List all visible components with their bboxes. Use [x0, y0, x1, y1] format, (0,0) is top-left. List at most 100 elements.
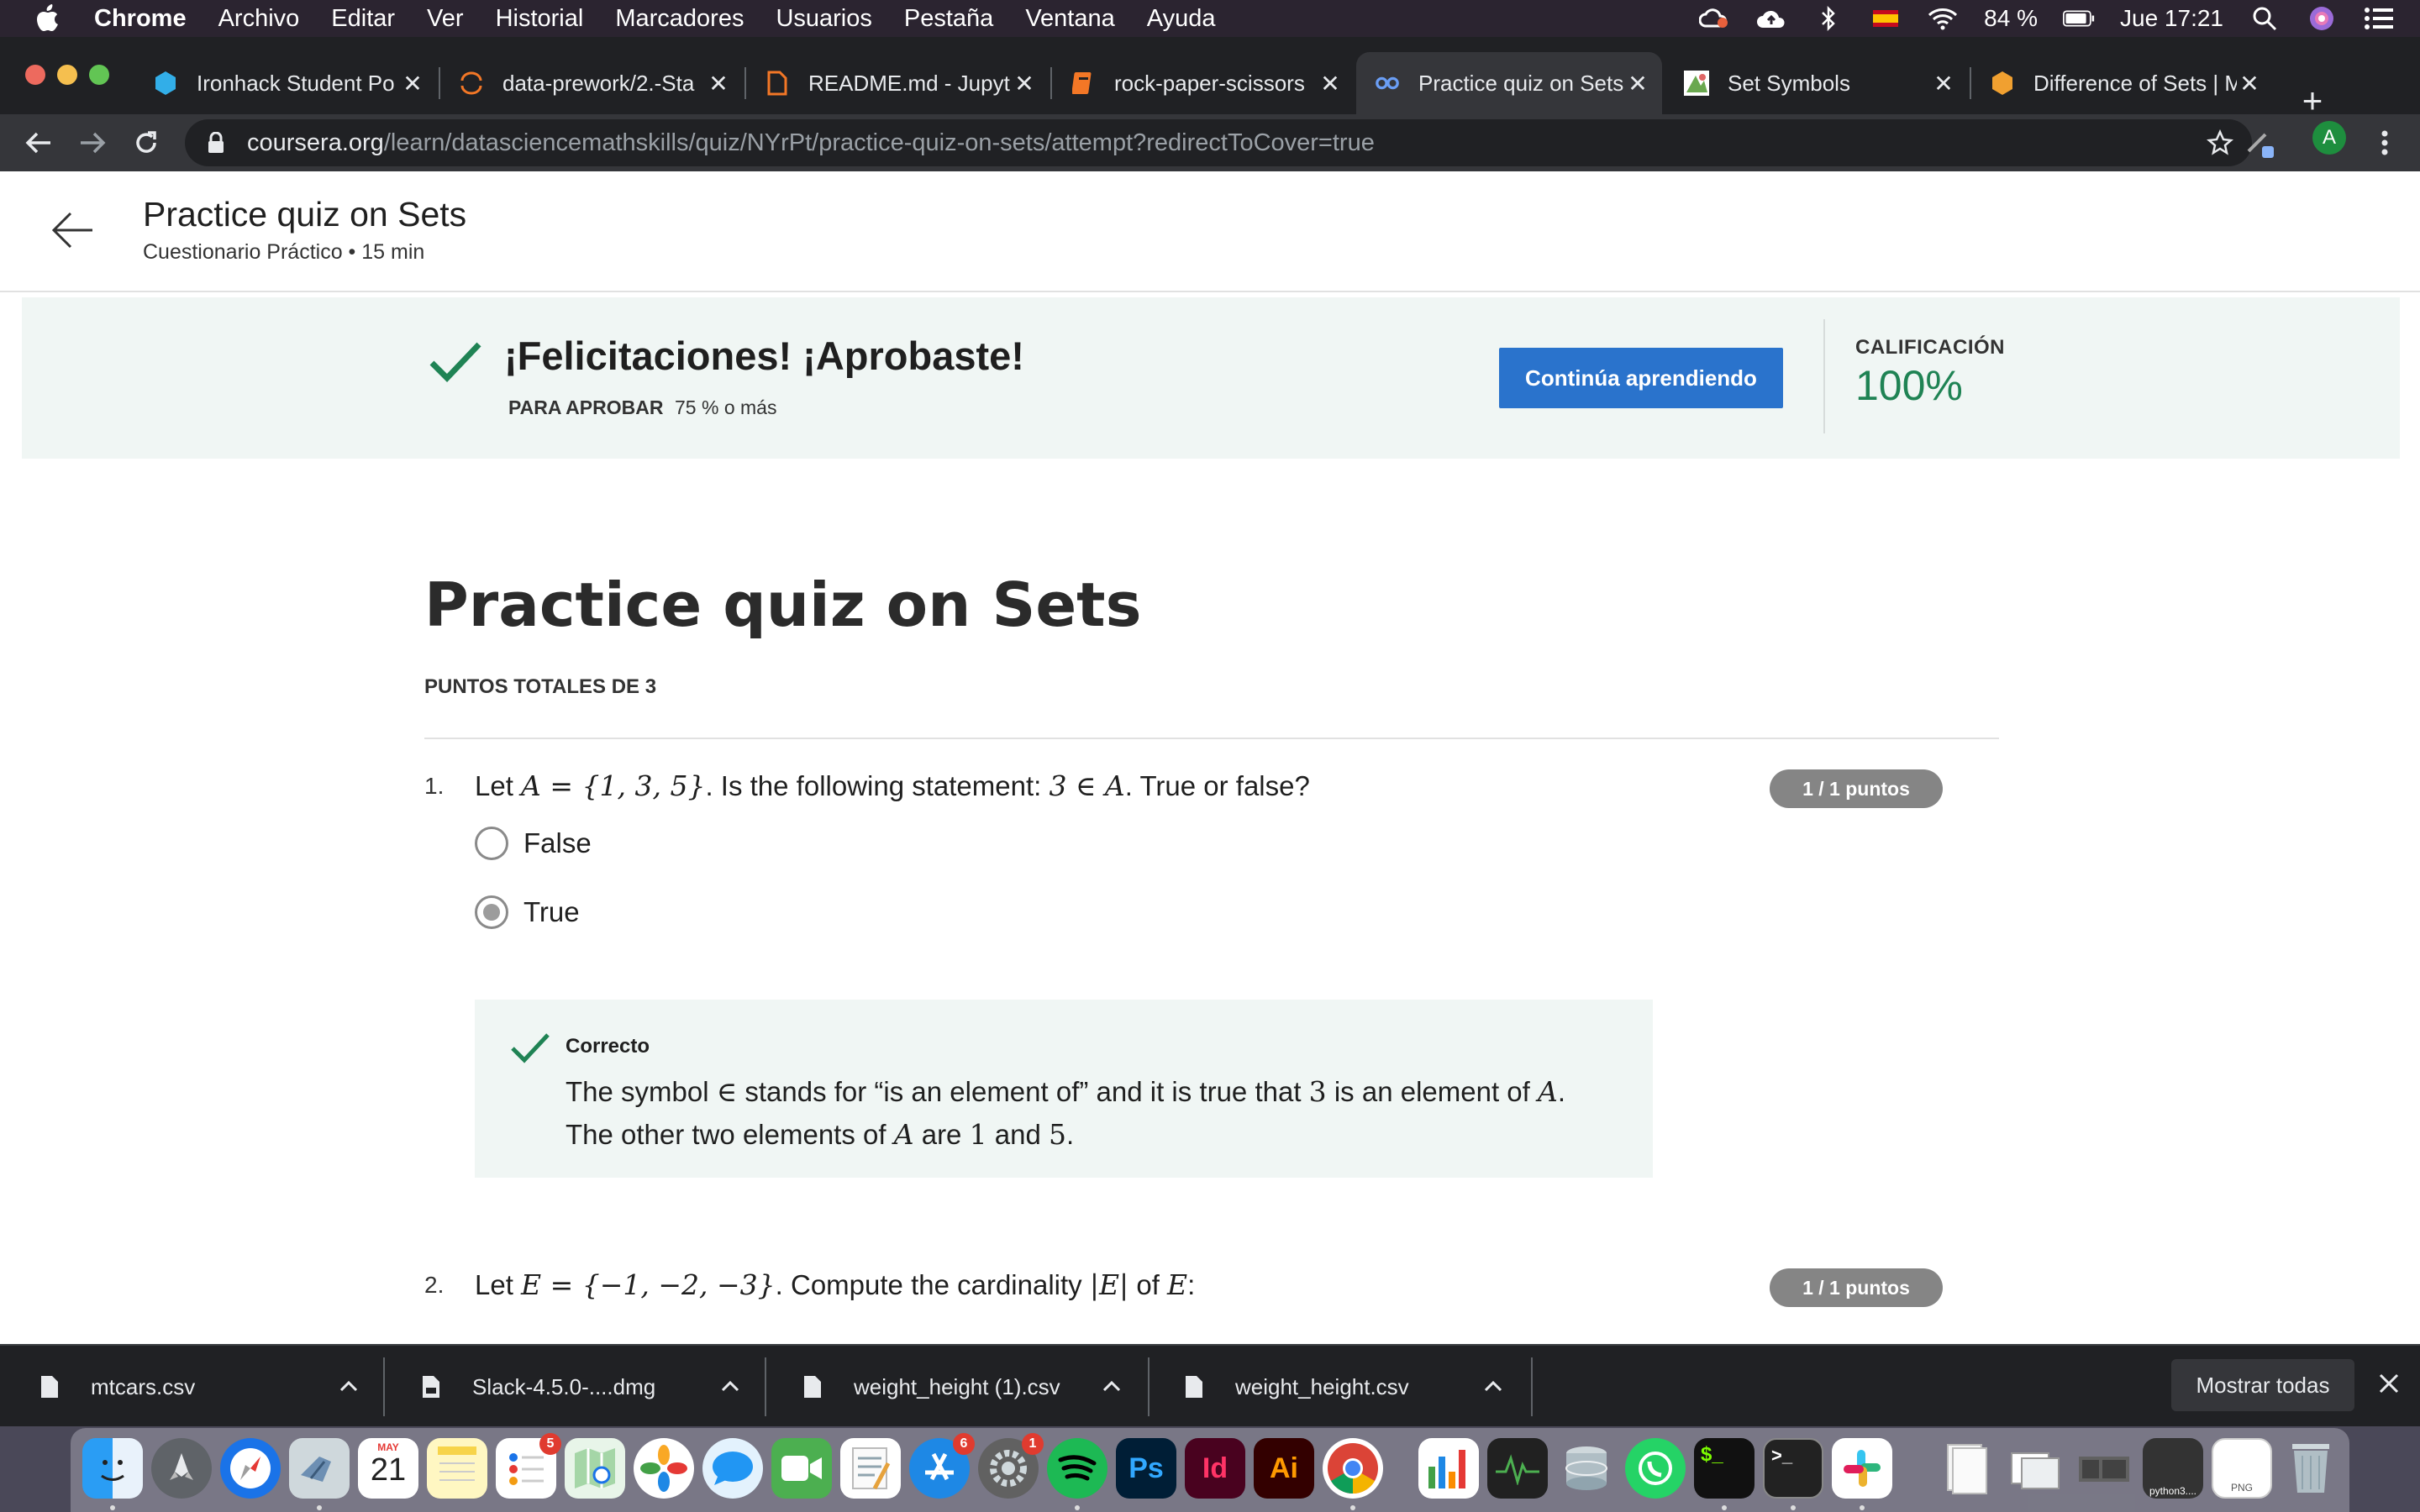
reload-icon[interactable]: [128, 124, 165, 161]
lock-icon[interactable]: [203, 130, 229, 155]
python-file-icon[interactable]: python3....: [2143, 1438, 2203, 1499]
messages-icon[interactable]: [702, 1438, 763, 1499]
mail-icon[interactable]: [289, 1438, 350, 1499]
chrome-icon[interactable]: [1323, 1438, 1383, 1499]
menu-marcadores[interactable]: Marcadores: [615, 5, 744, 33]
menu-editar[interactable]: Editar: [331, 5, 395, 33]
tab-data-prework[interactable]: data-prework/2.-Sta ✕: [440, 52, 743, 114]
chevron-up-icon[interactable]: [1482, 1376, 1504, 1398]
png-file-icon[interactable]: PNG: [2212, 1438, 2272, 1499]
extension-icon[interactable]: [2242, 124, 2279, 161]
photos-icon[interactable]: [634, 1438, 694, 1499]
back-arrow-icon[interactable]: [49, 207, 96, 254]
spanish-flag-icon[interactable]: [1870, 5, 1902, 32]
continue-learning-button[interactable]: Continúa aprendiendo: [1499, 348, 1783, 408]
menu-app-name[interactable]: Chrome: [94, 5, 187, 33]
chrome-menu-icon[interactable]: [2366, 124, 2403, 161]
feedback-text-part: stands for “is an element of” and it is …: [737, 1076, 1309, 1107]
grade-label: CALIFICACIÓN: [1855, 336, 2005, 359]
window-stack-icon[interactable]: [2074, 1438, 2134, 1499]
download-item[interactable]: Slack-4.5.0-....dmg: [422, 1357, 741, 1416]
download-item[interactable]: weight_height.csv: [1185, 1357, 1504, 1416]
window-zoom-button[interactable]: [89, 65, 109, 85]
new-tab-plus-icon[interactable]: +: [2296, 81, 2329, 120]
iterm-icon[interactable]: $_: [1694, 1438, 1754, 1499]
show-all-downloads-button[interactable]: Mostrar todas: [2171, 1359, 2354, 1411]
menu-archivo[interactable]: Archivo: [218, 5, 300, 33]
tab-practice-quiz[interactable]: Practice quiz on Sets ✕: [1356, 52, 1662, 114]
tab-rock-paper-scissors[interactable]: rock-paper-scissors ✕: [1052, 52, 1355, 114]
radio-button-selected[interactable]: [475, 895, 508, 929]
window-minimize-button[interactable]: [57, 65, 77, 85]
math-symbol: ∈: [716, 1075, 738, 1108]
spotlight-search-icon[interactable]: [2249, 5, 2281, 32]
close-icon[interactable]: ✕: [1625, 71, 1650, 97]
close-icon[interactable]: ✕: [400, 71, 425, 97]
menu-ayuda[interactable]: Ayuda: [1147, 5, 1216, 33]
maps-icon[interactable]: [565, 1438, 625, 1499]
system-preferences-icon[interactable]: 1: [978, 1433, 1044, 1499]
clock[interactable]: Jue 17:21: [2120, 5, 2223, 32]
option-false[interactable]: False: [475, 827, 592, 860]
illustrator-icon[interactable]: Ai: [1254, 1438, 1314, 1499]
sequel-pro-icon[interactable]: [1556, 1438, 1617, 1499]
notification-center-icon[interactable]: [2363, 5, 2395, 32]
numbers-icon[interactable]: [1418, 1438, 1479, 1499]
chevron-up-icon[interactable]: [1101, 1376, 1123, 1398]
chevron-up-icon[interactable]: [338, 1376, 360, 1398]
reminders-icon[interactable]: 5: [496, 1433, 561, 1499]
cloud-upload-icon[interactable]: [1755, 5, 1787, 32]
download-item[interactable]: mtcars.csv: [40, 1357, 360, 1416]
indesign-icon[interactable]: Id: [1185, 1438, 1245, 1499]
menu-usuarios[interactable]: Usuarios: [776, 5, 871, 33]
download-item[interactable]: weight_height (1).csv: [803, 1357, 1123, 1416]
finder-icon[interactable]: [82, 1438, 143, 1499]
safari-icon[interactable]: [220, 1438, 281, 1499]
battery-icon[interactable]: [2063, 5, 2095, 32]
textedit-icon[interactable]: [840, 1438, 901, 1499]
launchpad-icon[interactable]: [151, 1438, 212, 1499]
photoshop-icon[interactable]: Ps: [1116, 1438, 1176, 1499]
address-bar[interactable]: coursera.org/learn/datasciencemathskills…: [185, 119, 2252, 166]
menu-ver[interactable]: Ver: [427, 5, 464, 33]
apple-icon[interactable]: [30, 2, 64, 35]
option-true[interactable]: True: [475, 895, 580, 929]
slack-icon[interactable]: [1832, 1438, 1892, 1499]
tab-set-symbols[interactable]: Set Symbols ✕: [1665, 52, 1968, 114]
bookmark-star-icon[interactable]: [2207, 129, 2233, 156]
chevron-up-icon[interactable]: [719, 1376, 741, 1398]
back-arrow-icon[interactable]: [20, 124, 57, 161]
status-area: 84 % Jue 17:21: [1698, 0, 2395, 37]
window-close-button[interactable]: [25, 65, 45, 85]
bluetooth-icon[interactable]: [1812, 5, 1844, 32]
radio-button[interactable]: [475, 827, 508, 860]
screenshot-stack-icon[interactable]: [2005, 1438, 2065, 1499]
tab-readme[interactable]: README.md - Jupyt ✕: [746, 52, 1049, 114]
whatsapp-icon[interactable]: [1625, 1438, 1686, 1499]
notes-icon[interactable]: [427, 1438, 487, 1499]
menu-pestana[interactable]: Pestaña: [904, 5, 993, 33]
documents-folder-icon[interactable]: [1936, 1438, 1996, 1499]
close-icon[interactable]: ✕: [1931, 71, 1956, 97]
close-icon[interactable]: ✕: [2237, 71, 2262, 97]
spotify-icon[interactable]: [1047, 1438, 1107, 1499]
wifi-icon[interactable]: [1927, 5, 1959, 32]
close-icon[interactable]: ✕: [1318, 71, 1343, 97]
trash-icon[interactable]: [2281, 1438, 2341, 1499]
activity-monitor-icon[interactable]: [1487, 1438, 1548, 1499]
tab-difference-of-sets[interactable]: Difference of Sets | M ✕: [1971, 52, 2274, 114]
forward-arrow-icon[interactable]: [74, 124, 111, 161]
close-icon[interactable]: ✕: [706, 71, 731, 97]
menu-historial[interactable]: Historial: [496, 5, 584, 33]
creative-cloud-icon[interactable]: [1698, 5, 1730, 32]
profile-avatar[interactable]: A: [2312, 121, 2346, 155]
facetime-icon[interactable]: [771, 1438, 832, 1499]
calendar-icon[interactable]: MAY 21: [358, 1438, 418, 1499]
close-icon[interactable]: ✕: [1012, 71, 1037, 97]
close-icon[interactable]: [2376, 1371, 2402, 1396]
terminal-icon[interactable]: >_: [1763, 1438, 1823, 1499]
tab-ironhack[interactable]: Ironhack Student Po ✕: [134, 52, 437, 114]
siri-icon[interactable]: [2306, 5, 2338, 32]
app-store-icon[interactable]: 6: [909, 1433, 975, 1499]
menu-ventana[interactable]: Ventana: [1025, 5, 1114, 33]
